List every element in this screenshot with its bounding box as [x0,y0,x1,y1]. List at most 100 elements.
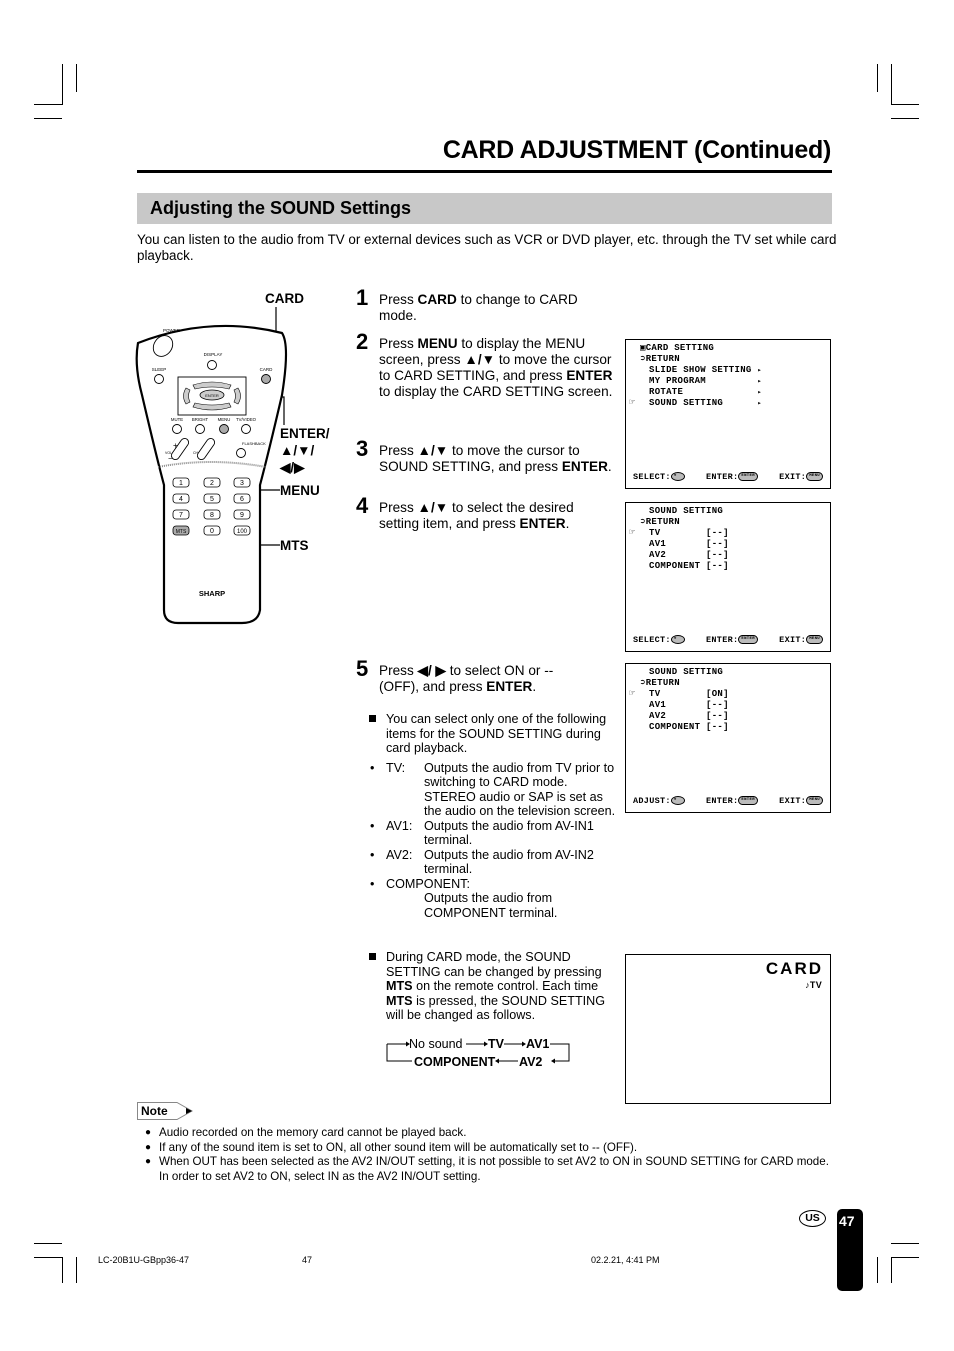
osd-item-name: TV [649,689,707,699]
text-run: is pressed, the SOUND SETTING will be ch… [386,993,606,1023]
intro-text: You can listen to the audio from TV or e… [137,232,837,263]
bold-keyword: ENTER [561,459,608,474]
note-list: Audio recorded on the memory card cannot… [145,1126,835,1184]
osd-title: CARD SETTING [645,343,715,353]
crop-mark [76,1257,77,1283]
file-name: LC-20B1U-GBpp36-47 [98,1255,190,1265]
osd-menu-item: AV1 [--] [649,539,729,550]
cycle-tv: TV [488,1037,505,1051]
sound-items-bullets: You can select only one of the following… [369,712,619,920]
svg-text:6: 6 [240,496,244,503]
page-number: 47 [839,1213,855,1229]
menu-button-icon: MENU [806,635,823,645]
crop-mark [34,1257,62,1258]
bullet-dot-icon: • [370,760,375,775]
section-title: Adjusting the SOUND Settings [150,198,411,218]
osd-item-value: [--] [706,711,729,721]
osd-card-mode-screen: CARD ♪TV [625,954,831,1104]
crop-mark [34,118,62,119]
osd-menu-item: AV2 [--] [649,711,729,722]
enter-button-icon: ENTER [738,472,758,482]
mts-bullet: During CARD mode, the SOUND SETTING can … [369,950,619,1023]
svg-text:3: 3 [240,480,244,487]
osd-return: RETURN [645,354,680,364]
osd-item-name: COMPONENT [649,561,707,571]
dpad-icon: ✥ [670,796,685,806]
sharp-logo: SHARP [199,589,225,598]
bullet-item: • AV1: Outputs the audio from AV-IN1 termi… [369,819,619,848]
text-run: Press [379,292,418,307]
svg-text:2: 2 [210,480,214,487]
osd-item-value: [--] [706,528,729,538]
osd-item-value: [--] [706,722,729,732]
square-bullet-icon [369,715,376,722]
mts-bullet-text: During CARD mode, the SOUND SETTING can … [386,950,605,1022]
callout-enter-line: ENTER/ [280,426,330,441]
bullet-dot-icon: • [370,847,375,862]
osd-item-name: SLIDE SHOW SETTING [649,365,758,375]
osd-footer: SELECT: ✥ ENTER: ENTER EXIT: MENU [633,472,823,484]
bold-keyword: ▲/▼ [417,443,449,458]
osd-card-setting-screen: ▣CARD SETTING ➲RETURN SLIDE SHOW SETTING… [625,339,831,489]
osd-footer: ADJUST: ✥ ENTER: ENTER EXIT: MENU [633,796,823,808]
callout-menu: MENU [280,483,320,498]
osd-item-name: AV1 [649,700,707,710]
osd-item-name: MY PROGRAM [649,376,758,386]
note-label: Note [137,1102,194,1120]
bullet-dot-icon: • [370,876,375,891]
dpad-icon: ✥ [670,635,685,645]
step-number: 2 [356,329,369,354]
svg-text:MUTE: MUTE [171,417,183,422]
osd-footer-exit: EXIT: MENU [779,472,823,482]
flashback-button [236,448,246,458]
print-timestamp: 02.2.21, 4:41 PM [591,1255,660,1265]
bold-keyword: MTS [386,993,413,1008]
svg-text:8: 8 [210,512,214,519]
svg-text:ENTER: ENTER [205,393,219,398]
osd-footer-select: SELECT: ✥ [633,472,685,482]
callout-mts: MTS [280,538,309,553]
svg-text:BRIGHT: BRIGHT [192,417,209,422]
bright-button [195,424,205,434]
osd-sound-label: ♪TV [805,980,822,990]
osd-sound-setting-screen: SOUND SETTING ➲RETURN TV [--] ☞ AV1 [--] AV… [625,502,831,652]
osd-menu-item: AV1 [--] [649,700,729,711]
osd-item-value: [--] [706,561,729,571]
region-badge: US [799,1210,826,1227]
svg-text:CARD: CARD [260,367,274,372]
osd-sound-setting-on-screen: SOUND SETTING ➲RETURN TV [ON] ☞ AV1 [--] AV… [625,663,831,813]
bullet-item: • COMPONENT: Outputs the audio from COMPON… [369,877,619,921]
step-number: 4 [356,493,369,518]
osd-item-value: [--] [706,539,729,549]
tvvideo-button [241,424,251,434]
osd-menu-item: TV [ON] [649,689,729,700]
bold-keyword: CARD [417,292,457,307]
osd-item-value: [ON] [706,689,729,699]
menu-button-icon: MENU [806,796,823,806]
crop-mark [891,1257,892,1283]
bullet-intro-text: You can select only one of the following… [386,712,607,755]
step-text: Press CARD to change to CARD mode. [379,292,614,324]
crop-mark [891,118,919,119]
crop-mark [891,64,892,105]
osd-item-name: AV2 [649,711,707,721]
callout-enter-line: ◀/▶ [280,460,305,475]
bullet-item: • AV2: Outputs the audio from AV-IN2 termi… [369,848,619,877]
osd-menu-item: TV [--] [649,528,729,539]
display-button [207,360,217,370]
osd-item-value: [--] [706,550,729,560]
section-header: Adjusting the SOUND Settings [137,193,832,224]
pointing-hand-cursor-icon: ☞ [629,528,636,539]
osd-footer-enter: ENTER: ENTER [706,796,758,806]
osd-footer-adjust: ADJUST: ✥ [633,796,685,806]
osd-title: SOUND SETTING [649,506,724,516]
dpad-icon: ✥ [670,472,685,482]
text-run: on the remote control. Each time [412,979,599,993]
note-label-text: Note [141,1104,168,1118]
bullet-square: You can select only one of the following… [369,712,619,756]
note-item: Audio recorded on the memory card cannot… [145,1126,835,1141]
bold-keyword: MTS [386,979,413,993]
crop-mark [891,104,919,105]
step-text: Press MENU to display the MENU screen, p… [379,336,614,400]
page-number-tab: 47 [837,1209,863,1291]
